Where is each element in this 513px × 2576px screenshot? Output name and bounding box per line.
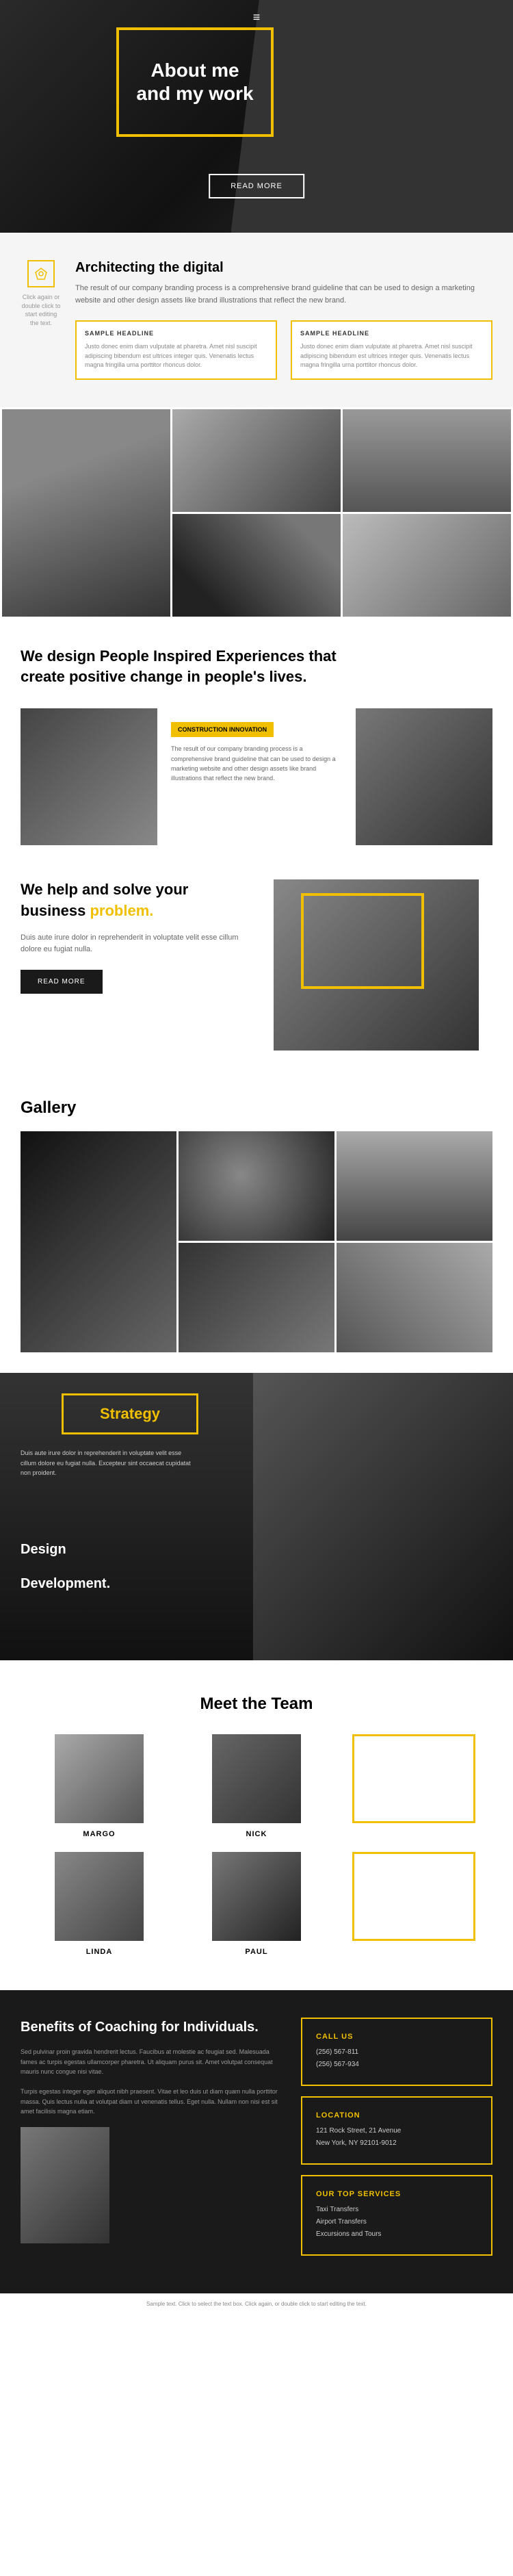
business-section: We help and solve yourbusiness problem. … [0, 852, 513, 1078]
gallery-image-4 [179, 1243, 334, 1352]
gallery-section: Gallery [0, 1078, 513, 1373]
gallery-title: Gallery [21, 1098, 492, 1118]
design-image-right [356, 708, 492, 845]
footer-text: Sample text. Click to select the text bo… [146, 2301, 367, 2307]
team-name-paul: PAUL [185, 1948, 328, 1956]
team-photo-margo [55, 1734, 144, 1823]
service-1: Taxi Transfers [316, 2204, 477, 2216]
location-address-2: New York, NY 92101-9012 [316, 2137, 477, 2150]
sample-columns: SAMPLE HEADLINE Justo donec enim diam vu… [75, 320, 492, 380]
sample-col-1: SAMPLE HEADLINE Justo donec enim diam vu… [75, 320, 277, 380]
contact-person-image [21, 2127, 109, 2243]
team-member-nick: NICK [185, 1734, 328, 1838]
business-right [274, 879, 492, 1051]
footer: Sample text. Click to select the text bo… [0, 2293, 513, 2314]
team-placeholder-2 [342, 1852, 486, 1956]
team-grid-row1: MARGO NICK [27, 1734, 486, 1838]
gallery-image-3 [337, 1131, 492, 1241]
design-title: We design People Inspired Experiences th… [21, 646, 492, 688]
team-title: Meet the Team [27, 1695, 486, 1714]
team-photo-paul [212, 1852, 301, 1941]
team-grid-row2: LINDA PAUL [27, 1852, 486, 1956]
call-us-label: CALL US [316, 2033, 477, 2041]
location-address-1: 121 Rock Street, 21 Avenue [316, 2125, 477, 2137]
team-name-margo: MARGO [27, 1830, 171, 1838]
business-desc: Duis aute irure dolor in reprehenderit i… [21, 932, 260, 956]
photo-spiral [172, 514, 341, 617]
team-photo-nick [212, 1734, 301, 1823]
hero-read-more-button[interactable]: READ MORE [209, 174, 304, 198]
design-image-left [21, 708, 157, 845]
arch-desc: The result of our company branding proce… [75, 283, 492, 307]
sample-text-1: Justo donec enim diam vulputate at phare… [85, 342, 267, 370]
sample-text-2: Justo donec enim diam vulputate at phare… [300, 342, 483, 370]
photo-hands [172, 409, 341, 512]
hero-title: About meand my work [136, 59, 253, 105]
sample-headline-1: SAMPLE HEADLINE [85, 330, 267, 337]
arch-title: Architecting the digital [75, 260, 492, 276]
gallery-grid [21, 1131, 492, 1352]
team-name-linda: LINDA [27, 1948, 171, 1956]
hero-section: ≡ About meand my work READ MORE [0, 0, 513, 233]
design-columns: CONSTRUCTION INNOVATION The result of ou… [21, 708, 492, 845]
sample-col-2: SAMPLE HEADLINE Justo donec enim diam vu… [291, 320, 492, 380]
photo-beach [343, 514, 511, 617]
services-label: OUR TOP SERVICES [316, 2190, 477, 2198]
team-photo-linda [55, 1852, 144, 1941]
service-2: Airport Transfers [316, 2216, 477, 2228]
contact-left: Benefits of Coaching for Individuals. Se… [21, 2018, 280, 2266]
photo-grid [0, 407, 513, 619]
gallery-image-1 [21, 1131, 176, 1352]
arch-content: Architecting the digital The result of o… [75, 260, 492, 380]
design-middle: CONSTRUCTION INNOVATION The result of ou… [157, 708, 356, 845]
photo-woman [2, 409, 170, 617]
team-member-linda: LINDA [27, 1852, 171, 1956]
arch-icon [27, 260, 55, 287]
contact-desc-1: Sed pulvinar proin gravida hendrerit lec… [21, 2047, 280, 2076]
construction-badge: CONSTRUCTION INNOVATION [171, 722, 274, 737]
business-title: We help and solve yourbusiness problem. [21, 879, 260, 922]
strategy-text: Duis aute irure dolor in reprehenderit i… [21, 1448, 192, 1478]
arch-click-text: Click again or double click to start edi… [21, 293, 62, 327]
business-image [274, 879, 479, 1051]
construction-text: The result of our company branding proce… [171, 744, 342, 784]
team-section: Meet the Team MARGO NICK LINDA PAUL [0, 1660, 513, 1990]
business-highlight: problem. [90, 902, 153, 919]
location-label: LOCATION [316, 2111, 477, 2120]
services-box: OUR TOP SERVICES Taxi Transfers Airport … [301, 2175, 492, 2256]
development-label: Development. [21, 1576, 110, 1592]
benefits-title: Benefits of Coaching for Individuals. [21, 2018, 280, 2037]
contact-section: Benefits of Coaching for Individuals. Se… [0, 1990, 513, 2293]
team-member-paul: PAUL [185, 1852, 328, 1956]
sample-headline-2: SAMPLE HEADLINE [300, 330, 483, 337]
gallery-image-5 [337, 1243, 492, 1352]
business-left: We help and solve yourbusiness problem. … [21, 879, 274, 1051]
team-empty-box-1 [352, 1734, 475, 1823]
photo-city [343, 409, 511, 512]
business-read-more-button[interactable]: READ MORE [21, 970, 103, 994]
contact-desc-2: Turpis egestas integer eger aliquot nibh… [21, 2087, 280, 2116]
strategy-section: Strategy Duis aute irure dolor in repreh… [0, 1373, 513, 1660]
arch-section: Click again or double click to start edi… [0, 233, 513, 407]
team-empty-box-2 [352, 1852, 475, 1941]
strategy-label: Strategy [100, 1405, 160, 1423]
call-us-phone-1: (256) 567-811 [316, 2046, 477, 2059]
team-placeholder-1 [342, 1734, 486, 1838]
arch-icon-column: Click again or double click to start edi… [21, 260, 62, 327]
team-member-margo: MARGO [27, 1734, 171, 1838]
hero-read-more-area: READ MORE [209, 174, 304, 198]
call-us-phone-2: (256) 567-934 [316, 2059, 477, 2071]
strategy-box: Strategy [62, 1393, 198, 1434]
service-3: Excursions and Tours [316, 2228, 477, 2241]
hamburger-menu[interactable]: ≡ [253, 10, 261, 25]
hero-title-box: About meand my work [116, 27, 274, 137]
contact-right: CALL US (256) 567-811 (256) 567-934 LOCA… [301, 2018, 492, 2266]
design-section: We design People Inspired Experiences th… [0, 619, 513, 853]
call-us-box: CALL US (256) 567-811 (256) 567-934 [301, 2018, 492, 2086]
gallery-image-2 [179, 1131, 334, 1241]
strategy-person-image [253, 1373, 513, 1660]
team-name-nick: NICK [185, 1830, 328, 1838]
design-label: Design [21, 1542, 66, 1558]
location-box: LOCATION 121 Rock Street, 21 Avenue New … [301, 2096, 492, 2165]
